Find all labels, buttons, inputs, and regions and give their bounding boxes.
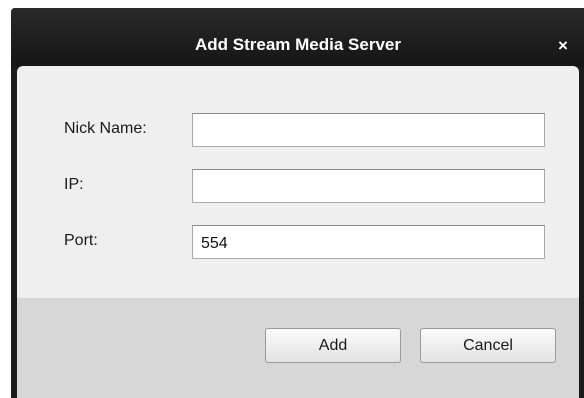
dialog-title: Add Stream Media Server <box>195 35 401 54</box>
nick-name-label: Nick Name: <box>64 120 147 137</box>
cancel-button[interactable]: Cancel <box>420 328 556 363</box>
add-button[interactable]: Add <box>265 328 401 363</box>
title-bar[interactable]: Add Stream Media Server × <box>11 8 584 66</box>
port-label: Port: <box>64 232 98 249</box>
nick-name-field[interactable] <box>192 113 545 147</box>
form-panel: Nick Name: IP: Port: <box>17 66 579 298</box>
button-bar: Add Cancel <box>17 298 579 398</box>
ip-field[interactable] <box>192 169 545 203</box>
close-icon[interactable]: × <box>553 36 573 56</box>
port-field[interactable] <box>192 225 545 259</box>
ip-label: IP: <box>64 176 84 193</box>
add-stream-media-server-dialog: Add Stream Media Server × Nick Name: IP:… <box>11 8 584 398</box>
